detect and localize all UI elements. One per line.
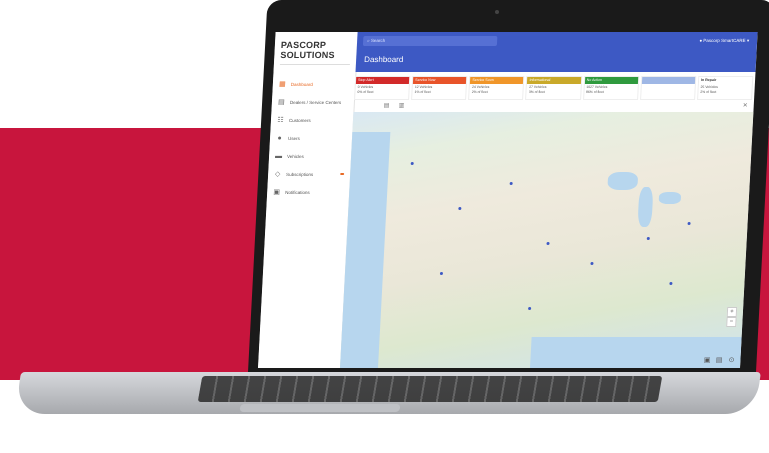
vehicle-pin[interactable] — [458, 207, 462, 210]
page-title: Dashboard — [363, 55, 404, 64]
card-percent: 0% of fleet — [357, 90, 374, 94]
close-icon[interactable]: ✕ — [743, 102, 748, 109]
map-lake — [658, 192, 682, 204]
sidebar-item-dealers[interactable]: ▤ Dealers / Service Centers — [271, 93, 354, 111]
status-card-service-soon[interactable]: Service Soon 24 Vehicles 2% of fleet — [468, 76, 525, 100]
vehicle-pin[interactable] — [439, 272, 444, 275]
card-percent: 2% of fleet — [471, 90, 488, 94]
zoom-in-button[interactable]: + — [726, 307, 738, 317]
sidebar-item-label: Customers — [288, 117, 311, 123]
card-percent: 2% of fleet — [700, 90, 717, 94]
status-cards: Stop Alert 0 Vehicles 0% of fleet Servic… — [354, 76, 755, 100]
app-logo[interactable]: PASCORP SOLUTIONS — [279, 40, 352, 65]
map-lake — [637, 187, 654, 227]
vehicle-pin[interactable] — [546, 242, 550, 245]
copy-icon[interactable]: ▣ — [704, 356, 711, 364]
customers-icon: ☷ — [277, 116, 284, 124]
card-title: Informational — [527, 77, 581, 84]
sidebar-item-notifications[interactable]: ▣ Notifications — [267, 183, 350, 201]
card-percent: 86% of fleet — [585, 90, 605, 94]
user-menu[interactable]: ● Pascorp SmartCARE ▾ — [699, 36, 749, 46]
print-icon[interactable]: ▤ — [716, 356, 723, 364]
sidebar-item-label: Dealers / Service Centers — [289, 99, 342, 105]
card-title: Stop Alert — [355, 77, 410, 84]
sidebar-item-subscriptions[interactable]: ◇ Subscriptions — [268, 165, 351, 183]
status-card-service-now[interactable]: Service Now 12 Vehicles 1% of fleet — [411, 76, 468, 100]
laptop-camera — [495, 10, 499, 14]
laptop-keyboard — [197, 376, 663, 402]
card-title: Service Soon — [470, 77, 524, 84]
filter-icon[interactable]: ▤ — [384, 102, 390, 109]
sidebar-item-label: Users — [287, 135, 300, 141]
search-placeholder: Search — [370, 38, 386, 43]
sidebar-item-label: Notifications — [285, 189, 310, 195]
sidebar-item-label: Subscriptions — [286, 171, 314, 177]
vehicle-pin[interactable] — [590, 262, 594, 265]
laptop-trackpad — [239, 404, 401, 412]
chevron-down-icon: ▾ — [746, 38, 750, 43]
sidebar-item-label: Vehicles — [286, 153, 305, 159]
sidebar-item-dashboard[interactable]: ▦ Dashboard — [272, 75, 355, 93]
vehicle-pin[interactable] — [687, 222, 691, 225]
zoom-out-button[interactable]: − — [726, 317, 737, 327]
status-card-no-action[interactable]: No Action 1027 Vehicles 86% of fleet — [582, 76, 640, 100]
status-card-stop-alert[interactable]: Stop Alert 0 Vehicles 0% of fleet — [354, 76, 411, 100]
search-input[interactable]: ⌕ Search — [362, 36, 498, 46]
laptop-screen: PASCORP SOLUTIONS ▦ Dashboard ▤ Dealers … — [258, 32, 758, 368]
card-title: Service Now — [413, 77, 467, 84]
map-lake — [607, 172, 639, 190]
vehicle-pin[interactable] — [646, 237, 650, 240]
fleet-map[interactable]: + − ▣ ▤ ⊙ — [340, 112, 754, 368]
vehicle-pin[interactable] — [410, 162, 414, 165]
subscriptions-badge — [340, 173, 345, 175]
card-title: In Repair — [698, 77, 753, 84]
card-title: No Action — [584, 77, 638, 84]
card-title — [641, 77, 696, 84]
sidebar-item-vehicles[interactable]: ▬ Vehicles — [269, 147, 352, 165]
dashboard-icon: ▦ — [278, 80, 286, 88]
card-percent: 3% of fleet — [528, 90, 546, 94]
sidebar-item-label: Dashboard — [290, 81, 314, 87]
sidebar-item-users[interactable]: ● Users — [270, 129, 353, 147]
layers-icon[interactable]: ▥ — [399, 102, 405, 109]
card-percent — [641, 85, 694, 86]
status-card-in-repair[interactable]: In Repair 25 Vehicles 2% of fleet — [696, 76, 754, 100]
user-name: Pascorp SmartCARE — [703, 38, 746, 43]
user-icon: ● — [277, 134, 282, 142]
vehicle-pin[interactable] — [509, 182, 513, 185]
page-header: Dashboard — [355, 50, 757, 72]
subscriptions-icon: ◇ — [274, 170, 281, 178]
top-bar: ⌕ Search ● Pascorp SmartCARE ▾ — [356, 32, 758, 50]
sidebar-item-customers[interactable]: ☷ Customers — [271, 111, 354, 129]
vehicle-pin[interactable] — [528, 307, 532, 310]
locate-icon[interactable]: ⊙ — [728, 356, 734, 364]
vehicle-pin[interactable] — [669, 282, 673, 285]
bell-icon: ▣ — [273, 188, 281, 196]
truck-icon: ▬ — [274, 152, 283, 160]
card-percent: 1% of fleet — [414, 90, 431, 94]
map-toolbar: ▤ ▥ ✕ — [354, 102, 754, 110]
status-card-blank[interactable] — [639, 76, 697, 100]
status-card-informational[interactable]: Informational 27 Vehicles 3% of fleet — [525, 76, 582, 100]
building-icon: ▤ — [277, 98, 285, 106]
